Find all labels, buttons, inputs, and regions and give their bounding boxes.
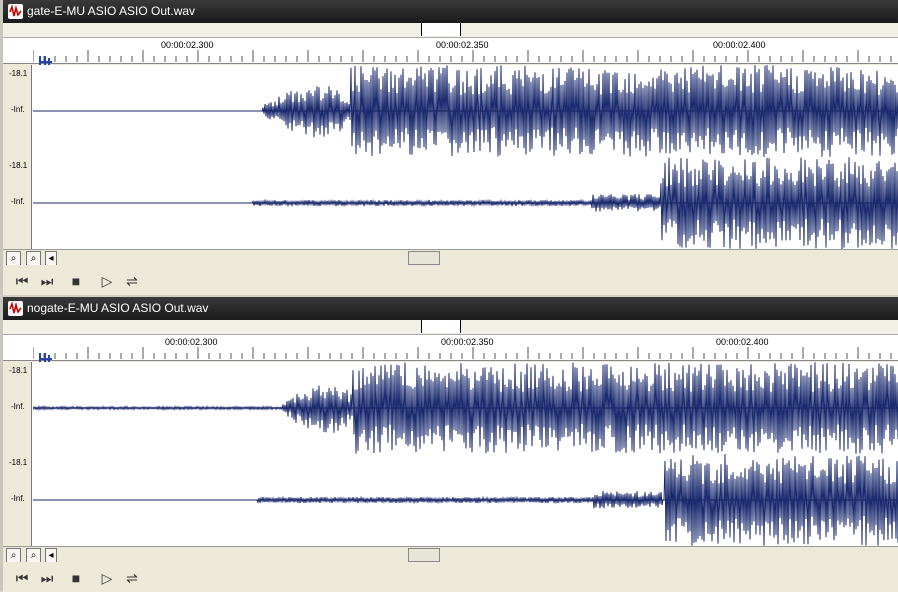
go-to-start-icon[interactable]: ⏮ bbox=[13, 272, 31, 290]
zoom-in-icon[interactable]: ⌕ bbox=[6, 548, 21, 563]
ruler-label: 00:00:02.350 bbox=[436, 40, 489, 50]
waveform bbox=[33, 362, 898, 454]
loop-icon[interactable]: ⇌ bbox=[123, 272, 141, 290]
waveform bbox=[33, 454, 898, 546]
db-label: -18.1 bbox=[9, 458, 28, 467]
waveform-trace bbox=[33, 454, 898, 546]
title-bar[interactable]: gate-E-MU ASIO ASIO Out.wav bbox=[3, 0, 898, 23]
ruler-label: 00:00:02.300 bbox=[161, 40, 214, 50]
play-icon[interactable]: ▷ bbox=[98, 272, 116, 290]
loop-icon[interactable]: ⇌ bbox=[123, 569, 141, 587]
overview-selection[interactable] bbox=[421, 23, 461, 36]
transport-bar: ⏮ ⏭ ■ ▷ ⇌ bbox=[3, 562, 898, 592]
wave-window-gate: gate-E-MU ASIO ASIO Out.wav 00:00:02.300… bbox=[0, 0, 898, 295]
ruler-label: 00:00:02.400 bbox=[716, 337, 769, 347]
go-to-start-icon[interactable]: ⏮ bbox=[13, 569, 31, 587]
db-label: -18.1 bbox=[9, 69, 28, 78]
ruler-label: 00:00:02.300 bbox=[165, 337, 218, 347]
ruler-ticks bbox=[33, 347, 892, 359]
wave-file-icon bbox=[8, 301, 23, 316]
level-gutter: -18.1 -Inf. bbox=[3, 65, 32, 157]
scroll-left-icon[interactable]: ◂ bbox=[45, 251, 57, 266]
wave-file-icon bbox=[8, 4, 23, 19]
transport-bar: ⏮ ⏭ ■ ▷ ⇌ bbox=[3, 265, 898, 295]
db-label: -18.1 bbox=[9, 161, 28, 170]
channel-left[interactable]: -18.1 -Inf. bbox=[3, 362, 898, 455]
time-ruler[interactable]: 00:00:02.300 00:00:02.350 00:00:02.400 bbox=[3, 335, 898, 365]
scroll-left-icon[interactable]: ◂ bbox=[45, 548, 57, 563]
ruler-options-icon[interactable] bbox=[7, 41, 52, 68]
level-gutter: -18.1 -Inf. bbox=[3, 157, 32, 249]
go-to-end-icon[interactable]: ⏭ bbox=[38, 569, 56, 587]
waveform bbox=[33, 157, 898, 249]
ruler-label: 00:00:02.400 bbox=[713, 40, 766, 50]
waveform bbox=[33, 65, 898, 157]
window-title: nogate-E-MU ASIO ASIO Out.wav bbox=[27, 301, 209, 315]
play-icon[interactable]: ▷ bbox=[98, 569, 116, 587]
overview-selection[interactable] bbox=[421, 320, 461, 333]
go-to-end-icon[interactable]: ⏭ bbox=[38, 272, 56, 290]
wave-window-nogate: nogate-E-MU ASIO ASIO Out.wav 00:00:02.3… bbox=[0, 297, 898, 592]
channel-right[interactable]: -18.1 -Inf. bbox=[3, 454, 898, 547]
overview-bar[interactable] bbox=[3, 23, 898, 38]
stop-icon[interactable]: ■ bbox=[67, 272, 85, 290]
zoom-out-icon[interactable]: ⌕ bbox=[26, 548, 41, 563]
window-title: gate-E-MU ASIO ASIO Out.wav bbox=[27, 4, 196, 18]
inf-label: -Inf. bbox=[11, 402, 25, 411]
channel-left[interactable]: -18.1 -Inf. bbox=[3, 65, 898, 158]
zoom-scroll-bar: ⌕ ⌕ ◂ bbox=[3, 249, 898, 266]
level-gutter: -18.1 -Inf. bbox=[3, 362, 32, 454]
inf-label: -Inf. bbox=[11, 494, 25, 503]
stop-icon[interactable]: ■ bbox=[67, 569, 85, 587]
zoom-out-icon[interactable]: ⌕ bbox=[26, 251, 41, 266]
waveform-trace bbox=[33, 362, 898, 454]
inf-label: -Inf. bbox=[11, 105, 25, 114]
zoom-scroll-bar: ⌕ ⌕ ◂ bbox=[3, 546, 898, 563]
ruler-ticks bbox=[33, 50, 892, 62]
waveform-trace bbox=[33, 65, 898, 157]
title-bar[interactable]: nogate-E-MU ASIO ASIO Out.wav bbox=[3, 297, 898, 320]
waveform-trace bbox=[33, 157, 898, 249]
scroll-thumb[interactable] bbox=[408, 548, 440, 562]
zoom-in-icon[interactable]: ⌕ bbox=[6, 251, 21, 266]
inf-label: -Inf. bbox=[11, 197, 25, 206]
time-ruler[interactable]: 00:00:02.300 00:00:02.350 00:00:02.400 bbox=[3, 38, 898, 68]
scroll-thumb[interactable] bbox=[408, 251, 440, 265]
ruler-label: 00:00:02.350 bbox=[441, 337, 494, 347]
ruler-options-icon[interactable] bbox=[7, 338, 52, 365]
db-label: -18.1 bbox=[9, 366, 28, 375]
level-gutter: -18.1 -Inf. bbox=[3, 454, 32, 546]
channel-right[interactable]: -18.1 -Inf. bbox=[3, 157, 898, 250]
overview-bar[interactable] bbox=[3, 320, 898, 335]
